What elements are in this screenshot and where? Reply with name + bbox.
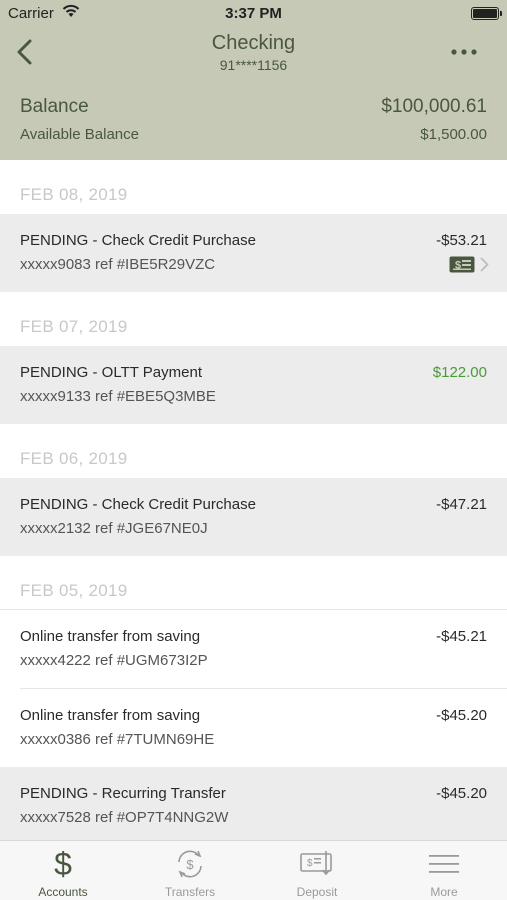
svg-text:$: $ [54, 847, 72, 881]
transaction-accessories: $ [449, 256, 489, 273]
transaction-row[interactable]: Online transfer from saving xxxxx0386 re… [0, 689, 507, 767]
tab-accounts[interactable]: $ Accounts [0, 841, 126, 900]
transaction-amount: -$45.20 [436, 707, 487, 724]
transaction-description: PENDING - Recurring Transfer [20, 785, 226, 802]
date-label: FEB 07, 2019 [20, 317, 128, 336]
tab-more[interactable]: More [381, 841, 507, 900]
transaction-description: Online transfer from saving [20, 628, 201, 645]
transaction-reference: xxxxx0386 ref #7TUMN69HE [20, 731, 215, 748]
transaction-amount: -$45.20 [436, 785, 487, 802]
transaction-amount: -$53.21 [436, 232, 487, 249]
svg-text:$: $ [186, 857, 194, 872]
transaction-row[interactable]: PENDING - Recurring Transfer xxxxx7528 r… [0, 767, 507, 840]
transaction-amount: $122.00 [432, 364, 487, 381]
balance-label: Balance [20, 96, 89, 117]
tab-label: Transfers [164, 885, 216, 899]
transaction-amount: -$47.21 [436, 496, 487, 513]
tab-deposit[interactable]: $ Deposit [254, 841, 380, 900]
transaction-reference: xxxxx9133 ref #EBE5Q3MBE [20, 388, 216, 405]
transfer-cycle-icon: $ [178, 850, 202, 878]
nav-bar: Checking 91****1156 [0, 30, 507, 82]
transaction-amount: -$45.21 [436, 628, 487, 645]
transaction-description: Online transfer from saving [20, 707, 201, 724]
date-header: FEB 05, 2019 [0, 556, 507, 610]
tab-label: Deposit [296, 885, 338, 899]
transaction-row[interactable]: PENDING - Check Credit Purchase xxxxx213… [0, 478, 507, 556]
date-label: FEB 08, 2019 [20, 185, 128, 204]
tab-bar: $ Accounts $ Transfers $ Deposit More [0, 840, 507, 900]
date-label: FEB 06, 2019 [20, 449, 128, 468]
transaction-reference: xxxxx2132 ref #JGE67NE0J [20, 520, 208, 537]
ellipsis-icon[interactable] [449, 42, 479, 62]
transaction-row[interactable]: PENDING - Check Credit Purchase xxxxx908… [0, 214, 507, 292]
check-image-icon[interactable]: $ [449, 256, 475, 273]
date-header: FEB 06, 2019 [0, 424, 507, 478]
dollar-icon: $ [54, 847, 72, 881]
available-balance-value: $1,500.00 [420, 126, 487, 143]
transaction-reference: xxxxx7528 ref #OP7T4NNG2W [20, 809, 229, 826]
transaction-reference: xxxxx9083 ref #IBE5R29VZC [20, 256, 216, 273]
balance-value: $100,000.61 [381, 96, 487, 117]
tab-transfers[interactable]: $ Transfers [127, 841, 253, 900]
menu-icon [429, 855, 459, 873]
date-header: FEB 07, 2019 [0, 292, 507, 346]
transaction-row[interactable]: PENDING - OLTT Payment xxxxx9133 ref #EB… [0, 346, 507, 424]
transaction-description: PENDING - OLTT Payment [20, 364, 202, 381]
page-title: Checking [211, 32, 296, 54]
account-number: 91****1156 [219, 57, 288, 73]
transaction-description: PENDING - Check Credit Purchase [20, 232, 256, 249]
check-deposit-icon: $ [300, 851, 332, 876]
chevron-right-icon [480, 257, 489, 272]
tab-label: More [430, 885, 458, 899]
transaction-reference: xxxxx4222 ref #UGM673I2P [20, 652, 208, 669]
svg-text:$: $ [307, 858, 313, 869]
date-label: FEB 05, 2019 [20, 581, 128, 600]
transaction-description: PENDING - Check Credit Purchase [20, 496, 256, 513]
balance-panel: Balance $100,000.61 Available Balance $1… [0, 82, 507, 160]
status-bar: Carrier 3:37 PM [0, 0, 507, 30]
clock: 3:37 PM [225, 5, 282, 22]
date-header: FEB 08, 2019 [0, 160, 507, 214]
battery-icon [471, 7, 502, 20]
available-balance-label: Available Balance [20, 126, 139, 143]
tab-label: Accounts [38, 885, 88, 899]
transaction-row[interactable]: Online transfer from saving xxxxx4222 re… [0, 610, 507, 688]
